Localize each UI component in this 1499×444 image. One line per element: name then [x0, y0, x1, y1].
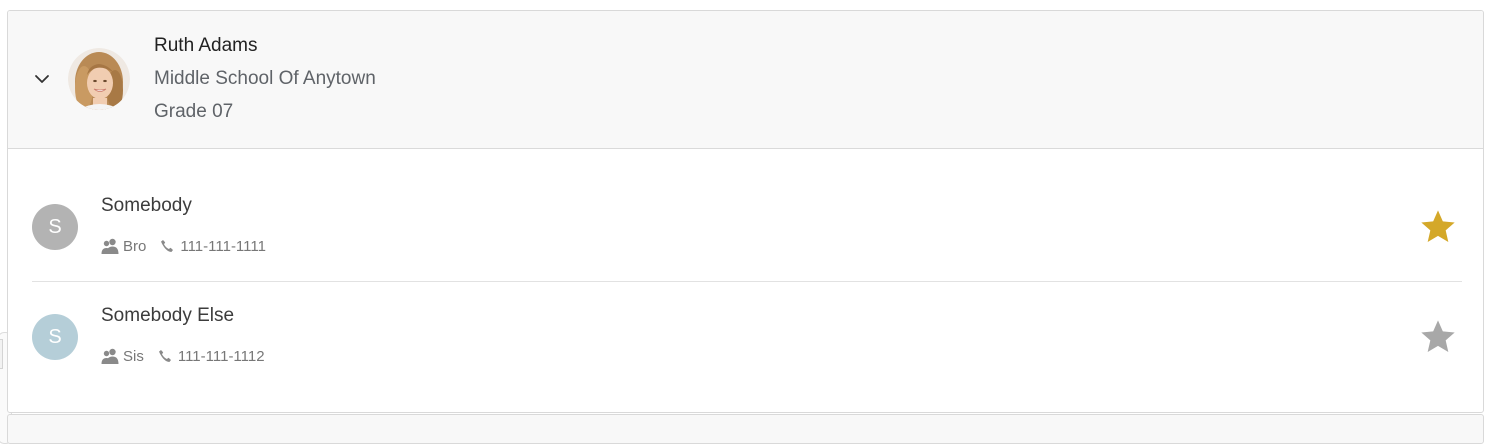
student-card: Ruth Adams Middle School Of Anytown Grad…	[7, 10, 1484, 413]
contact-row[interactable]: S Somebody Else Sis 111-111-1112	[32, 281, 1462, 391]
phone-number[interactable]: 111-111-1112	[178, 348, 265, 365]
star-icon[interactable]	[1418, 207, 1458, 247]
contact-meta: Sis 111-111-1112	[101, 346, 265, 366]
people-icon	[101, 347, 119, 365]
star-icon[interactable]	[1418, 317, 1458, 357]
relationship-label: Bro	[123, 237, 147, 255]
student-name: Ruth Adams	[154, 35, 258, 56]
people-icon	[101, 237, 119, 255]
student-school: Middle School Of Anytown	[154, 68, 376, 89]
contact-meta: Bro 111-111-1111	[101, 236, 266, 256]
contact-name: Somebody	[101, 195, 192, 216]
contact-row[interactable]: S Somebody Bro 111-111-1111	[32, 171, 1462, 282]
side-panel-handle[interactable]	[0, 339, 3, 369]
chevron-down-icon[interactable]	[30, 67, 54, 91]
contact-avatar: S	[32, 204, 78, 250]
contact-avatar: S	[32, 314, 78, 360]
phone-number[interactable]: 111-111-1111	[180, 238, 266, 255]
contact-name: Somebody Else	[101, 305, 235, 326]
next-student-card[interactable]	[7, 414, 1484, 444]
phone-icon	[156, 347, 174, 365]
student-header[interactable]: Ruth Adams Middle School Of Anytown Grad…	[8, 11, 1483, 149]
relationship-label: Sis	[123, 347, 144, 365]
student-grade: Grade 07	[154, 101, 234, 122]
student-avatar	[68, 48, 130, 110]
phone-icon	[158, 237, 176, 255]
